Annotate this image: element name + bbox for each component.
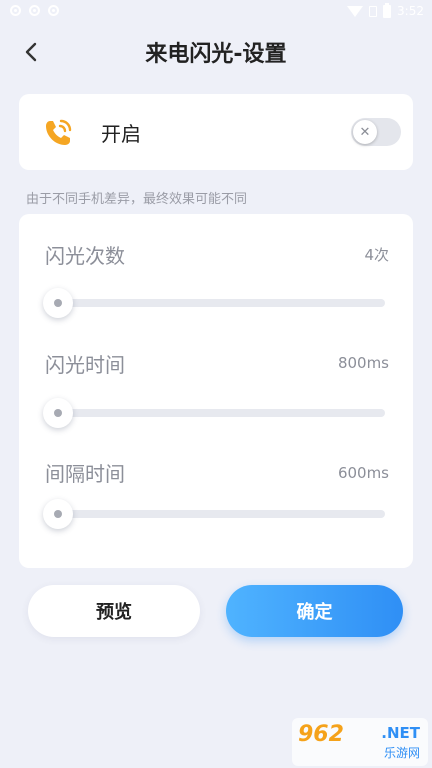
close-icon: ✕: [353, 120, 377, 144]
preview-button[interactable]: 预览: [28, 585, 200, 637]
flash-toggle-card: 开启 ✕: [19, 94, 413, 170]
watermark-logo-text: 962: [298, 722, 344, 747]
flash-time-slider[interactable]: [43, 398, 385, 428]
interval-time-slider[interactable]: [43, 499, 385, 529]
status-time: 3:52: [397, 4, 424, 18]
interval-time-label: 间隔时间: [45, 462, 125, 486]
enable-label: 开启: [101, 122, 141, 146]
flash-settings-card: 闪光次数 4次 闪光时间 800ms 间隔时间 600ms: [19, 214, 413, 568]
watermark-net-text: .NET: [381, 724, 420, 742]
device-note: 由于不同手机差异，最终效果可能不同: [26, 192, 248, 207]
watermark-logo: 962 .NET 乐游网: [292, 718, 428, 766]
page-title: 来电闪光-设置: [145, 42, 287, 67]
battery-icon: [383, 2, 392, 18]
flash-count-value: 4次: [364, 246, 389, 264]
notification-icons: [10, 5, 59, 16]
watermark-sub-text: 乐游网: [383, 746, 420, 760]
flash-time-value: 800ms: [337, 354, 389, 372]
interval-time-value: 600ms: [337, 464, 389, 482]
slider-thumb[interactable]: [43, 499, 73, 529]
phone-ringing-icon: [46, 119, 72, 145]
enable-switch[interactable]: ✕: [351, 118, 401, 146]
sim-icon: [369, 5, 378, 17]
wifi-icon: [347, 5, 364, 17]
flash-count-label: 闪光次数: [45, 244, 125, 268]
flash-time-label: 闪光时间: [45, 353, 125, 377]
notification-icon: [10, 5, 21, 16]
status-icons: 3:52: [347, 2, 424, 18]
confirm-button[interactable]: 确定: [226, 585, 403, 637]
notification-icon: [48, 5, 59, 16]
slider-thumb[interactable]: [43, 288, 73, 318]
notification-icon: [29, 5, 40, 16]
header: 来电闪光-设置: [0, 30, 432, 76]
flash-count-slider[interactable]: [43, 288, 385, 318]
status-bar: 3:52: [0, 0, 432, 26]
slider-thumb[interactable]: [43, 398, 73, 428]
